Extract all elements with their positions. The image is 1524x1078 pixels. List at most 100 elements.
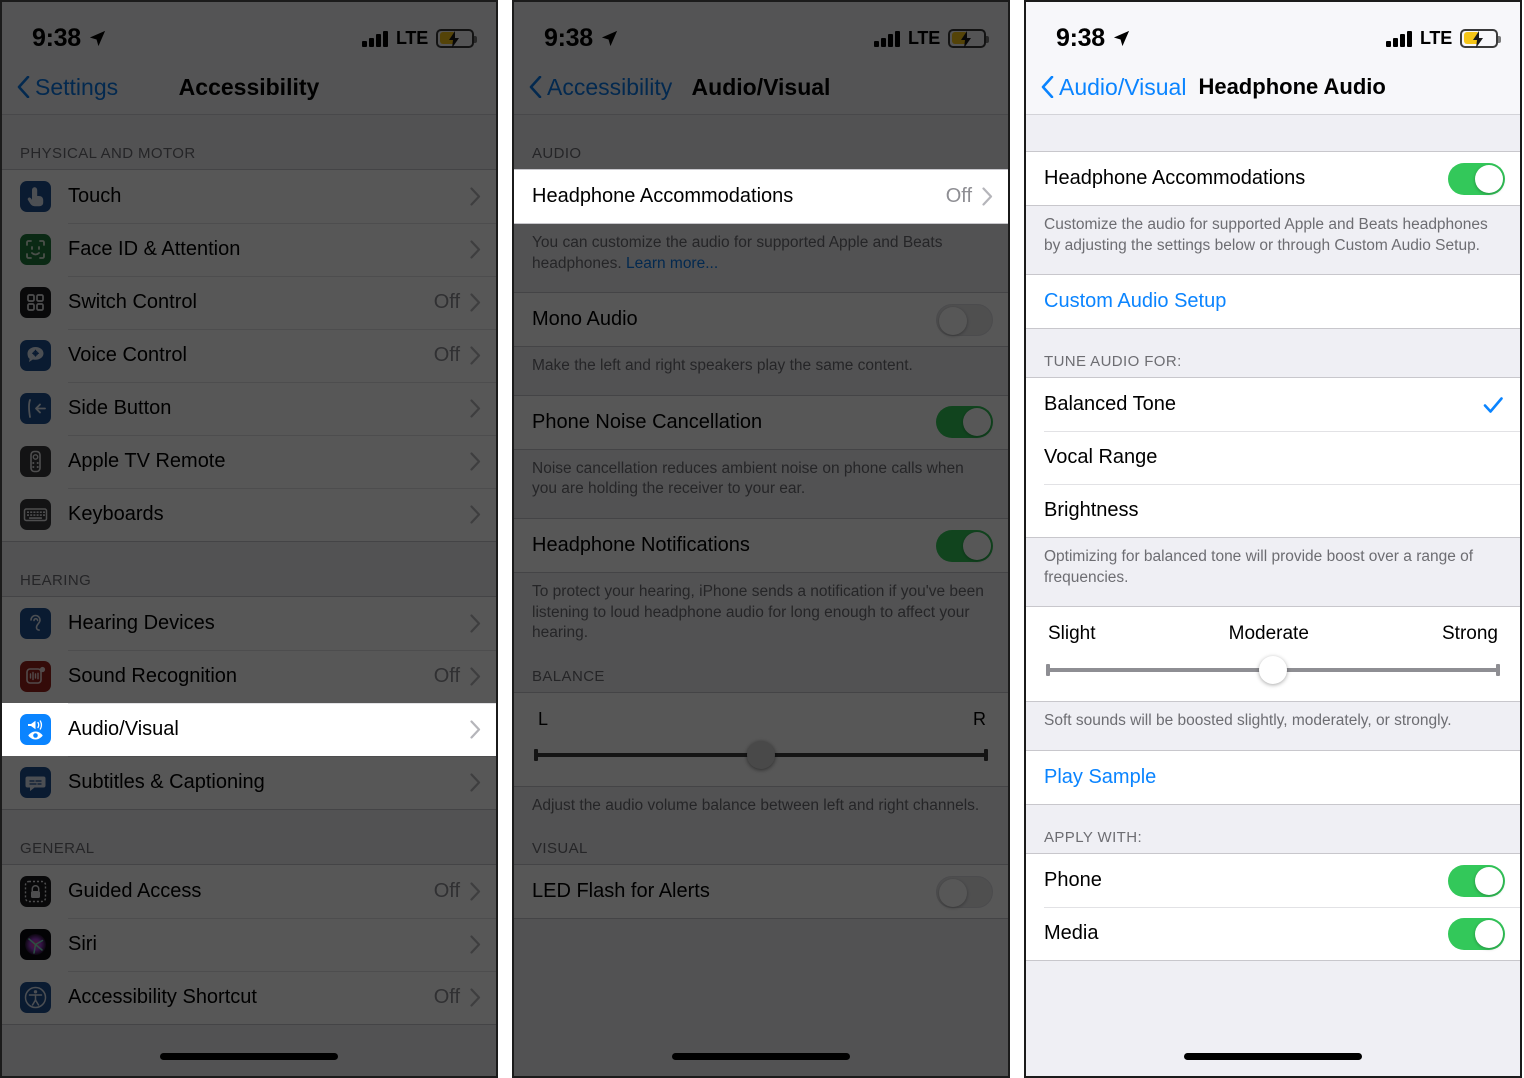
sidebar-item-touch[interactable]: Touch (2, 170, 496, 223)
headphone-accommodations-toggle[interactable] (1448, 162, 1505, 195)
top-spacer (1026, 115, 1520, 151)
status-bar-left: 9:38 (544, 24, 619, 53)
section-header-apply-with: APPLY WITH: (1044, 829, 1143, 847)
sidebar-item-apple-tv-remote[interactable]: Apple TV Remote (2, 435, 496, 488)
sidebar-item-face-id-attention[interactable]: Face ID & Attention (2, 223, 496, 276)
row-label: Phone (1044, 869, 1102, 892)
strength-label-slight: Slight (1048, 623, 1096, 645)
balance-right-label: R (973, 708, 986, 729)
section-header-physical-and-motor: PHYSICAL AND MOTOR (20, 145, 196, 162)
mono-audio-toggle[interactable] (936, 303, 993, 336)
row-label: Guided Access (68, 880, 202, 902)
phone-noise-cancellation-group: Phone Noise Cancellation (514, 394, 1008, 450)
side-button-icon (20, 393, 51, 424)
section-header-hearing: HEARING (20, 572, 92, 589)
row-label: Voice Control (68, 344, 187, 366)
battery-charging-icon (1460, 28, 1501, 48)
balance-slider-wrap: L R (514, 692, 1008, 786)
section-general: Guided Access Off Siri Accessibility Sho… (2, 864, 496, 1025)
row-label: Accessibility Shortcut (68, 986, 257, 1008)
balance-slider-thumb[interactable] (747, 740, 775, 769)
panel-headphone-audio: 9:38 LTE Audio/Visual Headphone Audio He… (1024, 0, 1522, 1078)
row-label: Phone Noise Cancellation (532, 410, 763, 433)
section-header-balance: BALANCE (532, 667, 605, 685)
sidebar-item-hearing-devices[interactable]: Hearing Devices (2, 597, 496, 650)
row-value: Off (433, 665, 460, 687)
section-header-tune-audio-for: TUNE AUDIO FOR: (1044, 353, 1182, 371)
apply-media-toggle[interactable] (1448, 917, 1505, 950)
row-custom-audio-setup[interactable]: Custom Audio Setup (1026, 275, 1520, 329)
battery-charging-icon (948, 28, 989, 48)
section-header-visual: VISUAL (532, 840, 588, 858)
balance-group: L R (514, 691, 1008, 787)
audio-visual-list: AUDIO Headphone Accommodations Off You c… (514, 115, 1008, 1076)
row-balanced-tone[interactable]: Balanced Tone (1026, 378, 1520, 432)
section-header-audio: AUDIO (532, 145, 582, 162)
row-phone-noise-cancellation: Phone Noise Cancellation (514, 395, 1008, 449)
balance-slider[interactable] (534, 740, 988, 769)
section-physical-and-motor: Touch Face ID & Attention Switch Control… (2, 169, 496, 542)
row-label: Keyboards (68, 503, 164, 525)
row-brightness[interactable]: Brightness (1026, 484, 1520, 538)
sidebar-item-guided-access[interactable]: Guided Access Off (2, 865, 496, 918)
sidebar-item-side-button[interactable]: Side Button (2, 382, 496, 435)
strength-slider-labels: Slight Moderate Strong (1046, 619, 1500, 659)
chevron-right-icon (470, 505, 481, 524)
siri-icon (20, 929, 51, 960)
custom-audio-setup-group: Custom Audio Setup (1026, 274, 1520, 330)
row-label: LED Flash for Alerts (532, 880, 710, 903)
sidebar-item-subtitles-captioning[interactable]: Subtitles & Captioning (2, 756, 496, 809)
chevron-left-icon (17, 76, 30, 98)
status-bar-right: LTE (1386, 28, 1501, 49)
row-label: Audio/Visual (68, 718, 179, 740)
back-button-label: Accessibility (547, 73, 673, 100)
sidebar-item-sound-recognition[interactable]: Sound Recognition Off (2, 650, 496, 703)
row-value: Off (433, 291, 460, 313)
subtitles-captioning-icon (20, 767, 51, 798)
battery-charging-icon (436, 28, 477, 48)
learn-more-link[interactable]: Learn more... (626, 255, 718, 272)
row-label: Vocal Range (1044, 446, 1158, 469)
headphone-notifications-toggle[interactable] (936, 529, 993, 562)
iphone-screen-headphone-audio: 9:38 LTE Audio/Visual Headphone Audio He… (1026, 2, 1520, 1076)
accessibility-shortcut-icon (20, 982, 51, 1013)
phone-noise-cancellation-toggle[interactable] (936, 406, 993, 439)
status-bar-right: LTE (362, 28, 477, 49)
home-indicator (160, 1053, 338, 1060)
nav-bar-headphone-audio: Audio/Visual Headphone Audio (1026, 60, 1520, 115)
sound-recognition-icon (20, 661, 51, 692)
iphone-screen-accessibility: 9:38 LTE Settings Accessibility PHYSICAL… (2, 2, 496, 1076)
sidebar-item-accessibility-shortcut[interactable]: Accessibility Shortcut Off (2, 971, 496, 1024)
three-panel-screenshot: 9:38 LTE Settings Accessibility PHYSICAL… (0, 0, 1524, 1078)
strength-slider-thumb[interactable] (1259, 656, 1287, 685)
keyboards-icon (20, 499, 51, 530)
chevron-right-icon (470, 882, 481, 901)
row-mono-audio: Mono Audio (514, 293, 1008, 347)
back-button-settings[interactable]: Settings (2, 74, 118, 101)
footnote-tune-audio: Optimizing for balanced tone will provid… (1044, 548, 1474, 586)
row-headphone-accommodations[interactable]: Headphone Accommodations Off (514, 170, 1008, 223)
strength-slider[interactable] (1046, 656, 1500, 685)
footnote-strength: Soft sounds will be boosted slightly, mo… (1044, 712, 1452, 730)
row-play-sample[interactable]: Play Sample (1026, 751, 1520, 805)
row-apply-phone: Phone (1026, 854, 1520, 908)
sidebar-item-siri[interactable]: Siri (2, 918, 496, 971)
footnote-mono-audio: Make the left and right speakers play th… (532, 357, 913, 375)
sidebar-item-audio-visual[interactable]: Audio/Visual (2, 703, 496, 756)
sidebar-item-keyboards[interactable]: Keyboards (2, 488, 496, 541)
section-header-general: GENERAL (20, 840, 95, 857)
custom-audio-setup-label: Custom Audio Setup (1044, 290, 1227, 313)
status-bar: 9:38 LTE (514, 2, 1008, 60)
led-flash-toggle[interactable] (936, 875, 993, 908)
sidebar-item-voice-control[interactable]: Voice Control Off (2, 329, 496, 382)
back-button-accessibility[interactable]: Accessibility (514, 74, 672, 101)
apply-phone-toggle[interactable] (1448, 864, 1505, 897)
section-hearing: Hearing Devices Sound Recognition Off Au… (2, 596, 496, 810)
back-button-audio-visual[interactable]: Audio/Visual (1026, 74, 1186, 101)
row-label: Switch Control (68, 291, 197, 313)
back-button-label: Audio/Visual (1059, 73, 1187, 100)
sidebar-item-switch-control[interactable]: Switch Control Off (2, 276, 496, 329)
row-vocal-range[interactable]: Vocal Range (1026, 431, 1520, 485)
play-sample-group: Play Sample (1026, 750, 1520, 806)
row-label: Brightness (1044, 499, 1139, 522)
